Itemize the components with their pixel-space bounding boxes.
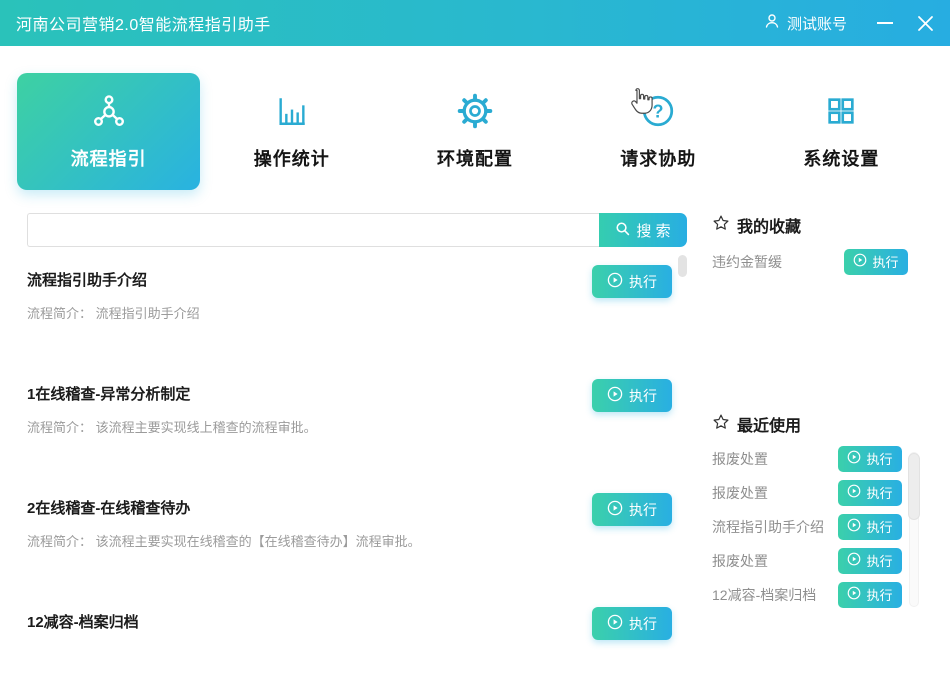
- star-icon: [712, 214, 730, 237]
- execute-label: 执行: [629, 272, 657, 292]
- tab-label: 操作统计: [254, 145, 330, 171]
- execute-button[interactable]: 执行: [592, 607, 672, 640]
- search-bar: 搜 索: [27, 213, 687, 247]
- app-title: 河南公司营销2.0智能流程指引助手: [16, 11, 271, 35]
- search-button[interactable]: 搜 索: [599, 213, 687, 247]
- recent-label: 报废处置: [712, 483, 768, 503]
- play-circle-icon: [853, 253, 867, 270]
- execute-button[interactable]: 执行: [592, 265, 672, 298]
- list-item: 2在线稽查-在线稽查待办 执行 流程简介： 该流程主要实现在线稽查的【在线稽查待…: [27, 493, 672, 550]
- play-circle-icon: [847, 484, 861, 501]
- favorites-title: 我的收藏: [737, 213, 801, 237]
- process-desc: 流程简介： 该流程主要实现在线稽查的【在线稽查待办】流程审批。: [27, 531, 672, 550]
- favorites-section: 我的收藏 违约金暂缓 执行: [712, 213, 940, 275]
- tab-operation-stats[interactable]: 操作统计: [200, 73, 383, 190]
- execute-label: 执行: [866, 585, 892, 604]
- recent-label: 12减容-档案归档: [712, 585, 816, 605]
- process-list: 流程指引助手介绍 执行 流程简介： 流程指引助手介绍 1在线稽查-异常分析制定: [27, 265, 672, 697]
- process-title: 12减容-档案归档: [27, 611, 139, 632]
- process-desc: 流程简介： 该流程主要实现线上稽查的流程审批。: [27, 417, 672, 436]
- recent-item: 报废处置 执行: [712, 479, 902, 506]
- list-item: 1在线稽查-异常分析制定 执行 流程简介： 该流程主要实现线上稽查的流程审批。: [27, 379, 672, 436]
- tab-system-settings[interactable]: 系统设置: [750, 73, 933, 190]
- share-nodes-icon: [91, 92, 127, 130]
- recent-section: 最近使用 报废处置 执行 报废处置: [712, 412, 940, 608]
- grid-icon: [825, 92, 857, 130]
- execute-button[interactable]: 执行: [838, 446, 902, 472]
- execute-button[interactable]: 执行: [838, 480, 902, 506]
- search-input[interactable]: [27, 213, 599, 247]
- titlebar: 河南公司营销2.0智能流程指引助手 测试账号: [0, 0, 950, 46]
- tab-environment-config[interactable]: 环境配置: [383, 73, 566, 190]
- tab-label: 环境配置: [437, 145, 513, 171]
- recent-item: 12减容-档案归档 执行: [712, 581, 902, 608]
- play-circle-icon: [607, 272, 623, 291]
- main-list-scrollbar[interactable]: [678, 255, 687, 277]
- process-desc: 流程简介： 流程指引助手介绍: [27, 303, 672, 322]
- recent-label: 流程指引助手介绍: [712, 517, 824, 537]
- gear-icon: [457, 92, 493, 130]
- favorite-item: 违约金暂缓 执行: [712, 248, 908, 275]
- svg-text:?: ?: [653, 101, 664, 121]
- bar-chart-icon: [275, 92, 309, 130]
- recent-title: 最近使用: [737, 412, 801, 436]
- execute-button[interactable]: 执行: [838, 582, 902, 608]
- play-circle-icon: [607, 386, 623, 405]
- execute-button[interactable]: 执行: [838, 514, 902, 540]
- tab-label: 请求协助: [620, 145, 696, 171]
- close-button[interactable]: [917, 15, 934, 32]
- tab-bar: 流程指引 操作统计: [17, 73, 933, 190]
- sidebar: 我的收藏 违约金暂缓 执行 最近使用: [712, 213, 940, 615]
- tab-label: 流程指引: [71, 145, 147, 171]
- play-circle-icon: [607, 500, 623, 519]
- list-item: 流程指引助手介绍 执行 流程简介： 流程指引助手介绍: [27, 265, 672, 322]
- minimize-button[interactable]: [877, 22, 893, 24]
- list-item: 12减容-档案归档 执行: [27, 607, 672, 640]
- recent-scrollbar[interactable]: [908, 453, 920, 520]
- execute-label: 执行: [629, 500, 657, 520]
- question-circle-icon: ?: [640, 92, 676, 130]
- recent-label: 报废处置: [712, 449, 768, 469]
- tab-request-help[interactable]: ? 请求协助: [567, 73, 750, 190]
- execute-label: 执行: [866, 517, 892, 536]
- tab-process-guide[interactable]: 流程指引: [17, 73, 200, 190]
- execute-button[interactable]: 执行: [844, 249, 908, 275]
- recent-item: 报废处置 执行: [712, 445, 902, 472]
- process-title: 流程指引助手介绍: [27, 269, 147, 290]
- search-icon: [615, 221, 630, 240]
- process-title: 1在线稽查-异常分析制定: [27, 383, 190, 404]
- play-circle-icon: [847, 586, 861, 603]
- execute-button[interactable]: 执行: [592, 493, 672, 526]
- execute-label: 执行: [866, 483, 892, 502]
- favorite-label: 违约金暂缓: [712, 252, 782, 272]
- user-name: 测试账号: [787, 13, 847, 34]
- execute-button[interactable]: 执行: [592, 379, 672, 412]
- execute-label: 执行: [629, 386, 657, 406]
- execute-label: 执行: [866, 551, 892, 570]
- play-circle-icon: [607, 614, 623, 633]
- tab-label: 系统设置: [803, 145, 879, 171]
- recent-item: 流程指引助手介绍 执行: [712, 513, 902, 540]
- execute-label: 执行: [629, 614, 657, 634]
- execute-button[interactable]: 执行: [838, 548, 902, 574]
- play-circle-icon: [847, 450, 861, 467]
- user-icon: [764, 13, 780, 33]
- execute-label: 执行: [866, 449, 892, 468]
- recent-label: 报废处置: [712, 551, 768, 571]
- process-title: 2在线稽查-在线稽查待办: [27, 497, 190, 518]
- play-circle-icon: [847, 552, 861, 569]
- execute-label: 执行: [872, 252, 898, 271]
- recent-item: 报废处置 执行: [712, 547, 902, 574]
- search-button-label: 搜 索: [636, 220, 670, 241]
- play-circle-icon: [847, 518, 861, 535]
- star-icon: [712, 413, 730, 436]
- user-account[interactable]: 测试账号: [764, 13, 847, 34]
